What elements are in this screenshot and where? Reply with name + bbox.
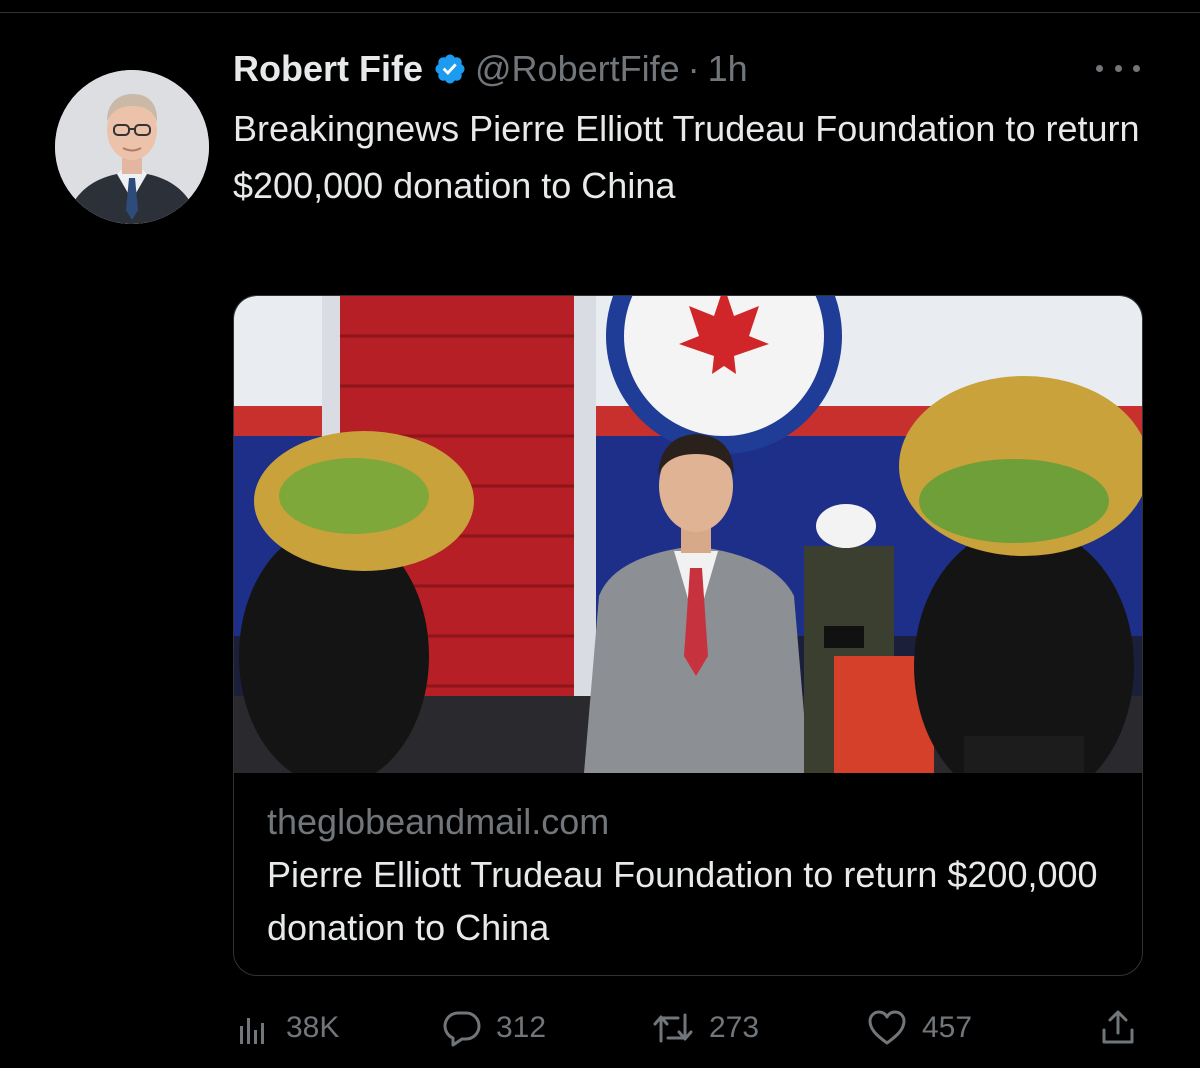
author-avatar[interactable] xyxy=(55,70,209,224)
top-divider xyxy=(0,12,1200,13)
like-count: 457 xyxy=(922,1011,973,1044)
reply-icon xyxy=(443,1011,481,1047)
views-count: 38K xyxy=(286,1011,340,1044)
link-card-meta: theglobeandmail.com Pierre Elliott Trude… xyxy=(267,796,1127,954)
share-button[interactable] xyxy=(1098,1000,1138,1056)
retweet-button[interactable]: 273 xyxy=(651,1000,759,1056)
author-handle[interactable]: @RobertFife xyxy=(475,48,680,90)
tweet-text: Breakingnews Pierre Elliott Trudeau Foun… xyxy=(233,108,1140,206)
tweet-header: Robert Fife @RobertFife · 1h xyxy=(233,44,748,94)
verified-badge-icon xyxy=(433,52,467,86)
author-name[interactable]: Robert Fife xyxy=(233,48,423,90)
share-icon xyxy=(1102,1010,1134,1044)
reply-button[interactable]: 312 xyxy=(442,1000,546,1056)
link-card-photo[interactable] xyxy=(234,296,1142,773)
author-avatar-image xyxy=(55,70,209,224)
reply-count: 312 xyxy=(496,1011,547,1044)
views-button[interactable]: 38K xyxy=(236,1000,339,1056)
analytics-icon xyxy=(240,1018,264,1044)
tweet-timestamp[interactable]: 1h xyxy=(708,48,748,90)
tweet-actions: 38K 312 273 457 xyxy=(236,1000,1142,1056)
heart-icon xyxy=(868,1010,906,1045)
link-card-title: Pierre Elliott Trudeau Foundation to ret… xyxy=(267,854,1098,948)
link-card-domain: theglobeandmail.com xyxy=(267,801,610,842)
link-card[interactable]: theglobeandmail.com Pierre Elliott Trude… xyxy=(233,295,1143,976)
more-dot xyxy=(1133,64,1140,72)
more-dot xyxy=(1114,64,1122,72)
more-dot xyxy=(1096,64,1103,72)
like-button[interactable]: 457 xyxy=(866,1000,972,1056)
more-options-icon[interactable] xyxy=(1096,50,1140,86)
retweet-icon xyxy=(653,1013,693,1043)
header-separator: · xyxy=(687,48,700,89)
retweet-count: 273 xyxy=(709,1011,760,1044)
